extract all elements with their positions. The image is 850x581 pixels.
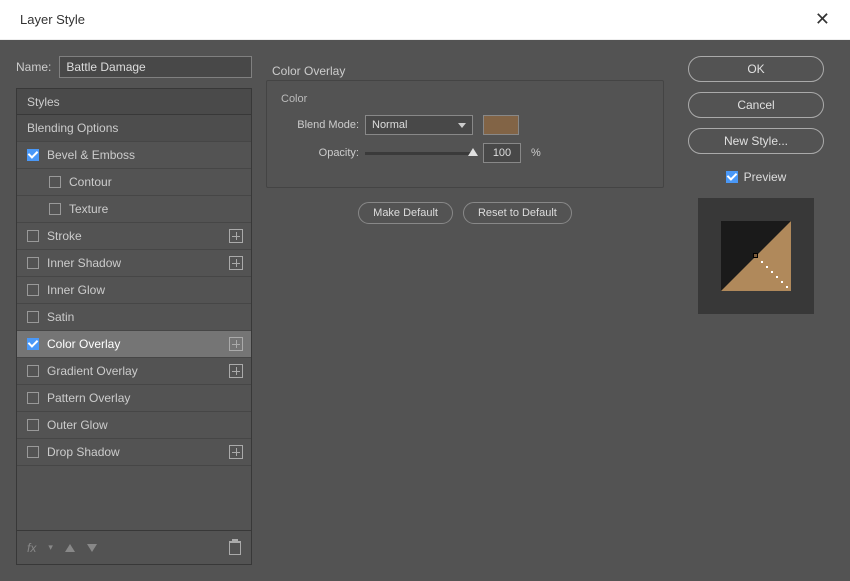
effect-item-bevel-emboss[interactable]: Bevel & Emboss bbox=[17, 142, 251, 169]
styles-box: Styles Blending Options Bevel & Emboss Co… bbox=[16, 88, 252, 565]
default-buttons-row: Make Default Reset to Default bbox=[266, 202, 664, 224]
name-input[interactable] bbox=[59, 56, 252, 78]
name-row: Name: bbox=[16, 56, 252, 78]
effect-checkbox[interactable] bbox=[27, 230, 39, 242]
effect-label: Color Overlay bbox=[47, 337, 120, 351]
move-up-icon[interactable] bbox=[65, 544, 75, 552]
opacity-slider[interactable] bbox=[365, 152, 473, 155]
dialog-body: Name: Styles Blending Options Bevel & Em… bbox=[0, 40, 850, 581]
effect-checkbox[interactable] bbox=[27, 257, 39, 269]
effect-checkbox[interactable] bbox=[27, 365, 39, 377]
styles-header: Styles bbox=[17, 89, 251, 115]
dialog-title: Layer Style bbox=[12, 12, 85, 27]
effect-label: Texture bbox=[69, 202, 108, 216]
preview-row: Preview bbox=[726, 170, 787, 184]
preview-label: Preview bbox=[744, 170, 787, 184]
layer-style-dialog: Layer Style ✕ Name: Styles Blending Opti… bbox=[0, 0, 850, 581]
blend-mode-row: Blend Mode: Normal bbox=[281, 115, 649, 135]
blend-mode-select[interactable]: Normal bbox=[365, 115, 473, 135]
effect-item-inner-glow[interactable]: Inner Glow bbox=[17, 277, 251, 304]
effect-label: Gradient Overlay bbox=[47, 364, 138, 378]
new-style-button[interactable]: New Style... bbox=[688, 128, 824, 154]
color-swatch[interactable] bbox=[483, 115, 519, 135]
middle-column: Color Overlay Color Blend Mode: Normal O… bbox=[266, 56, 664, 565]
effect-item-pattern-overlay[interactable]: Pattern Overlay bbox=[17, 385, 251, 412]
effect-checkbox[interactable] bbox=[49, 203, 61, 215]
fx-icon[interactable]: fx bbox=[27, 541, 36, 555]
effect-item-stroke[interactable]: Stroke bbox=[17, 223, 251, 250]
panel-subtitle: Color bbox=[281, 93, 649, 105]
effect-label: Inner Glow bbox=[47, 283, 105, 297]
effects-list: Blending Options Bevel & Emboss Contour Te… bbox=[17, 115, 251, 530]
fx-chevron-icon: ▾ bbox=[48, 542, 53, 553]
add-effect-icon[interactable] bbox=[229, 337, 243, 351]
ok-button[interactable]: OK bbox=[688, 56, 824, 82]
right-column: OK Cancel New Style... Preview bbox=[678, 56, 834, 565]
effect-label: Pattern Overlay bbox=[47, 391, 130, 405]
panel-title: Color Overlay bbox=[266, 56, 664, 78]
effect-label: Satin bbox=[47, 310, 74, 324]
reset-default-button[interactable]: Reset to Default bbox=[463, 202, 572, 224]
effect-label: Stroke bbox=[47, 229, 82, 243]
effect-checkbox[interactable] bbox=[27, 284, 39, 296]
effect-checkbox[interactable] bbox=[49, 176, 61, 188]
slider-thumb-icon[interactable] bbox=[468, 148, 478, 156]
opacity-row: Opacity: % bbox=[281, 143, 649, 163]
add-effect-icon[interactable] bbox=[229, 445, 243, 459]
effect-label: Outer Glow bbox=[47, 418, 108, 432]
blend-mode-value: Normal bbox=[372, 119, 407, 131]
effect-checkbox[interactable] bbox=[27, 446, 39, 458]
close-icon[interactable]: ✕ bbox=[807, 5, 838, 34]
effect-checkbox[interactable] bbox=[27, 149, 39, 161]
make-default-button[interactable]: Make Default bbox=[358, 202, 453, 224]
preview-box bbox=[698, 198, 814, 314]
left-column: Name: Styles Blending Options Bevel & Em… bbox=[16, 56, 252, 565]
trash-icon[interactable] bbox=[229, 541, 241, 555]
blending-options-label: Blending Options bbox=[27, 121, 118, 135]
blend-mode-label: Blend Mode: bbox=[281, 119, 359, 131]
effect-item-inner-shadow[interactable]: Inner Shadow bbox=[17, 250, 251, 277]
effect-label: Bevel & Emboss bbox=[47, 148, 135, 162]
effect-item-contour[interactable]: Contour bbox=[17, 169, 251, 196]
cancel-button[interactable]: Cancel bbox=[688, 92, 824, 118]
effect-checkbox[interactable] bbox=[27, 392, 39, 404]
effect-checkbox[interactable] bbox=[27, 419, 39, 431]
move-down-icon[interactable] bbox=[87, 544, 97, 552]
color-overlay-panel: Color Blend Mode: Normal Opacity: % bbox=[266, 80, 664, 188]
opacity-input[interactable] bbox=[483, 143, 521, 163]
effect-checkbox[interactable] bbox=[27, 311, 39, 323]
opacity-label: Opacity: bbox=[281, 147, 359, 159]
effect-item-drop-shadow[interactable]: Drop Shadow bbox=[17, 439, 251, 466]
opacity-unit: % bbox=[531, 147, 541, 159]
add-effect-icon[interactable] bbox=[229, 364, 243, 378]
blending-options-item[interactable]: Blending Options bbox=[17, 115, 251, 142]
effect-item-gradient-overlay[interactable]: Gradient Overlay bbox=[17, 358, 251, 385]
effect-item-satin[interactable]: Satin bbox=[17, 304, 251, 331]
preview-checkbox[interactable] bbox=[726, 171, 738, 183]
preview-thumbnail bbox=[721, 221, 791, 291]
effect-label: Drop Shadow bbox=[47, 445, 120, 459]
effect-item-texture[interactable]: Texture bbox=[17, 196, 251, 223]
add-effect-icon[interactable] bbox=[229, 256, 243, 270]
effect-item-outer-glow[interactable]: Outer Glow bbox=[17, 412, 251, 439]
effect-label: Inner Shadow bbox=[47, 256, 121, 270]
effect-checkbox[interactable] bbox=[27, 338, 39, 350]
name-label: Name: bbox=[16, 60, 51, 74]
add-effect-icon[interactable] bbox=[229, 229, 243, 243]
titlebar: Layer Style ✕ bbox=[0, 0, 850, 40]
styles-footer: fx ▾ bbox=[17, 530, 251, 564]
effect-item-color-overlay[interactable]: Color Overlay bbox=[17, 331, 251, 358]
effect-label: Contour bbox=[69, 175, 112, 189]
